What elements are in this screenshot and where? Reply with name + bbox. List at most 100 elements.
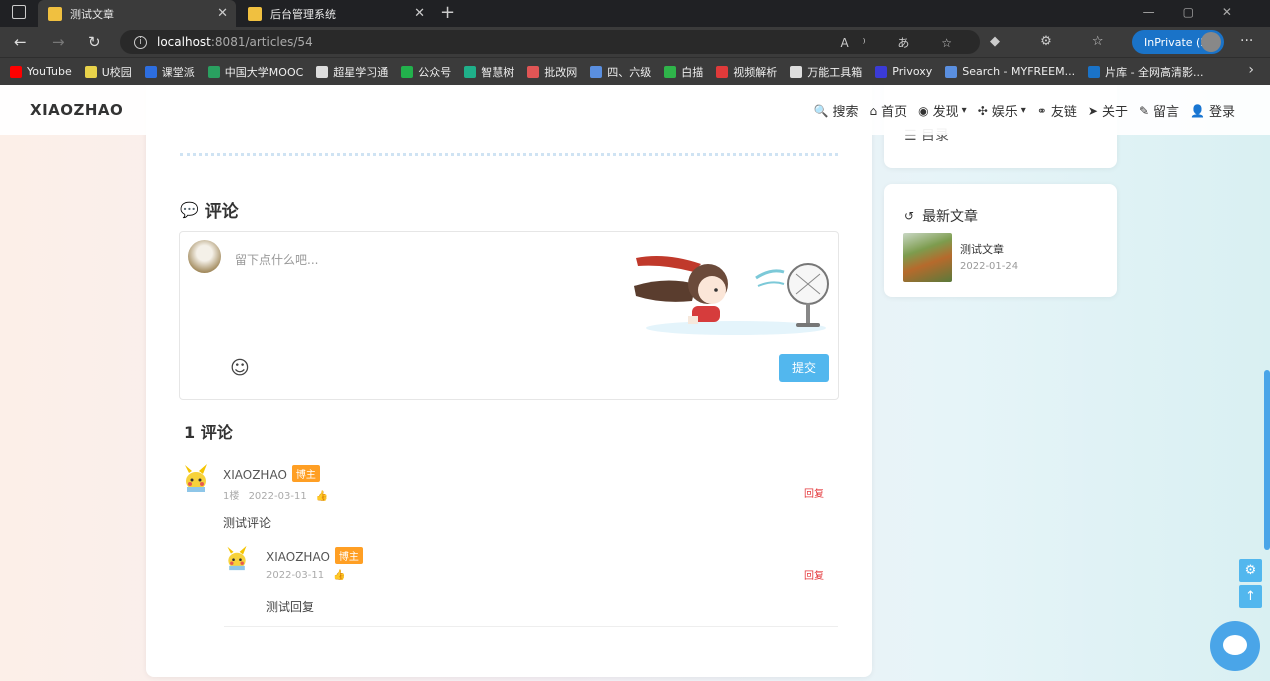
emoji-icon[interactable]: ☺ (230, 357, 250, 379)
comment-icon: ✎ (1138, 103, 1150, 118)
bookmark-item[interactable]: 公众号 (401, 64, 451, 80)
settings-gear-icon[interactable]: ⚙ (1239, 559, 1262, 582)
comment-author[interactable]: XIAOZHAO 博主 (223, 465, 320, 482)
submit-button[interactable]: 提交 (779, 354, 829, 382)
reply-item: XIAOZHAO 博主 2022-03-11 👍 回复 测试回复 (224, 545, 841, 615)
bookmark-item[interactable]: 白描 (664, 64, 703, 80)
latest-articles-card: ↺ 最新文章 测试文章 2022-01-24 (884, 184, 1117, 297)
nav-item-label: 娱乐 (991, 105, 1018, 120)
comment-date: 2022-03-11 (248, 491, 307, 502)
history-icon: ↺ (904, 209, 915, 223)
nav-item-2[interactable]: ◉ 发现 ▾ (918, 101, 967, 121)
nav-item-1[interactable]: ⌂ 首页 (869, 101, 908, 121)
url-input[interactable]: i localhost:8081/articles/54 A⁾ あ ☆ (120, 30, 980, 54)
favicon-icon (48, 6, 62, 21)
chat-button[interactable] (1210, 621, 1260, 671)
nav-item-6[interactable]: ✎ 留言 (1138, 101, 1179, 121)
bookmark-item[interactable]: 超星学习通 (316, 64, 388, 80)
author-name[interactable]: XIAOZHAO (266, 550, 330, 564)
reply-button[interactable]: 回复 (804, 567, 824, 582)
bookmark-label: U校园 (101, 65, 132, 79)
tab-active[interactable]: 测试文章 ✕ (38, 0, 236, 27)
thumbs-up-icon[interactable]: 👍 (333, 570, 345, 581)
author-badge: 博主 (291, 465, 320, 482)
scrollbar[interactable] (1264, 370, 1270, 550)
comment-meta: 1楼 2022-03-11 👍 (223, 487, 328, 502)
bookmark-label: 批改网 (544, 65, 578, 79)
bookmarks-overflow-icon[interactable]: › (1248, 62, 1254, 78)
back-icon[interactable]: ← (14, 33, 27, 51)
nav-item-label: 登录 (1208, 105, 1235, 120)
bookmark-item[interactable]: Privoxy (875, 65, 932, 78)
article-card: 💬 评论 留下点什么吧... ☺ 提交 1 评论 XIAOZHAO 博主 1楼 … (146, 85, 872, 677)
favicon-icon (248, 6, 262, 21)
site-brand[interactable]: XIAOZHAO (30, 101, 123, 119)
author-name[interactable]: XIAOZHAO (223, 468, 287, 482)
nav-item-3[interactable]: ✣ 娱乐 ▾ (978, 101, 1026, 121)
nav-item-4[interactable]: ⚭ 友链 (1036, 101, 1077, 121)
bookmark-item[interactable]: 四、六级 (590, 64, 651, 80)
latest-title: 最新文章 (922, 209, 979, 225)
bookmark-item[interactable]: 视频解析 (716, 64, 777, 80)
bookmark-item[interactable]: 智慧树 (464, 64, 514, 80)
main-menu: 🔍 搜索 ⌂ 首页 ◉ 发现 ▾ ✣ 娱乐 ▾ ⚭ 友链 ➤ 关于 ✎ 留言 👤 登录 (803, 101, 1235, 121)
nav-item-0[interactable]: 🔍 搜索 (814, 101, 859, 121)
fan-girl-illustration (634, 256, 829, 335)
comment-input[interactable]: 留下点什么吧... (235, 251, 318, 268)
bookmark-item[interactable]: YouTube (10, 65, 72, 78)
bookmark-item[interactable]: Search - MYFREEM... (945, 65, 1075, 78)
nav-item-7[interactable]: 👤 登录 (1190, 101, 1235, 121)
comments-heading: 💬 评论 (180, 197, 239, 223)
reply-button[interactable]: 回复 (804, 485, 824, 500)
forward-icon[interactable]: → (52, 33, 65, 51)
bookmark-item[interactable]: 片库 - 全网高清影... (1088, 64, 1204, 80)
bookmark-item[interactable]: 万能工具箱 (790, 64, 862, 80)
bookmark-label: 视频解析 (733, 65, 778, 79)
bookmark-item[interactable]: 中国大学MOOC (207, 64, 303, 80)
comment-count: 1 评论 (184, 423, 233, 442)
bookmark-item[interactable]: U校园 (84, 64, 132, 80)
link-icon: ⚭ (1036, 103, 1047, 118)
article-thumbnail[interactable] (903, 233, 952, 282)
bookmark-icon (527, 65, 540, 78)
latest-heading: ↺ 最新文章 (904, 206, 978, 226)
back-to-top-icon[interactable]: ↑ (1239, 585, 1262, 608)
tab-title: 测试文章 (70, 7, 114, 21)
site-header: XIAOZHAO 🔍 搜索 ⌂ 首页 ◉ 发现 ▾ ✣ 娱乐 ▾ ⚭ 友链 ➤ 关于 ✎ 留言 👤 登录 (0, 85, 1270, 135)
inprivate-button[interactable]: InPrivate (2) (1132, 30, 1224, 54)
tab-inactive[interactable]: 后台管理系统 ✕ (238, 0, 433, 27)
comments-icon: 💬 (180, 200, 199, 219)
url-path: :8081/articles/54 (210, 35, 313, 49)
comments-title: 评论 (204, 202, 239, 222)
divider (224, 626, 838, 627)
bookmark-icon (1088, 65, 1101, 78)
nav-item-5[interactable]: ➤ 关于 (1087, 101, 1128, 121)
bookmark-item[interactable]: 课堂派 (144, 64, 195, 80)
reply-text: 测试回复 (266, 600, 315, 614)
window-controls[interactable]: —▢✕ (1143, 5, 1260, 19)
address-bar: ← → ↻ i localhost:8081/articles/54 A⁾ あ … (0, 27, 1270, 57)
nav-item-label: 首页 (881, 105, 908, 120)
tab-actions-icon[interactable] (12, 5, 26, 19)
bookmark-label: 超星学习通 (333, 65, 389, 79)
bookmark-icon (316, 65, 329, 78)
home-icon: ⌂ (869, 103, 878, 118)
url-host: localhost (157, 35, 211, 49)
more-menu-icon[interactable]: ··· (1240, 33, 1253, 49)
bookmark-icon (945, 65, 958, 78)
send-icon: ➤ (1087, 103, 1098, 118)
chevron-down-icon: ▾ (961, 105, 967, 116)
browser-tab-bar: 测试文章 ✕ 后台管理系统 ✕ + —▢✕ (0, 0, 1270, 27)
reply-author[interactable]: XIAOZHAO 博主 (266, 547, 363, 564)
bookmark-icon (10, 65, 22, 78)
article-link[interactable]: 测试文章 (960, 241, 1004, 257)
bookmark-icon (207, 65, 220, 78)
close-tab-icon[interactable]: ✕ (414, 6, 425, 21)
url-actions[interactable]: A⁾ あ ☆ (840, 34, 966, 51)
thumbs-up-icon[interactable]: 👍 (316, 491, 328, 502)
refresh-icon[interactable]: ↻ (88, 33, 101, 51)
bookmark-item[interactable]: 批改网 (527, 64, 577, 80)
site-info-icon[interactable]: i (134, 35, 147, 49)
close-tab-icon[interactable]: ✕ (217, 6, 228, 21)
new-tab-icon[interactable]: + (440, 2, 455, 23)
